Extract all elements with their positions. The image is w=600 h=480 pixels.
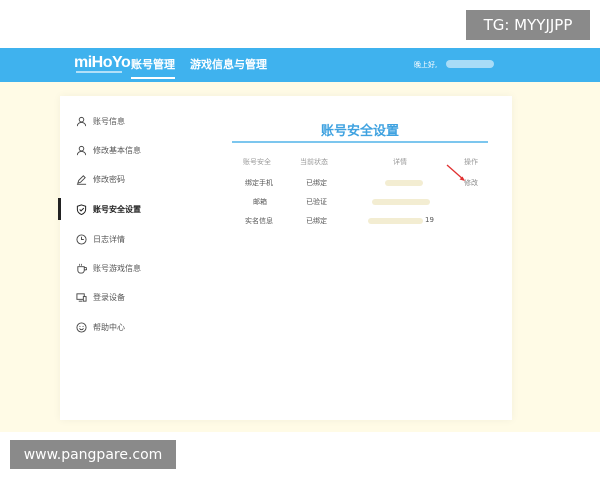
table-cell-status: 已验证 <box>306 198 327 206</box>
col-header-detail: 详情 <box>393 158 407 166</box>
sidebar-item-edit-basic-info[interactable]: 修改基本信息 <box>60 139 200 161</box>
shield-icon <box>75 203 87 215</box>
sidebar-item-game-info[interactable]: 账号游戏信息 <box>60 257 200 279</box>
blurred-id <box>368 218 423 224</box>
device-icon <box>75 291 87 303</box>
pencil-icon <box>75 173 87 185</box>
sidebar-item-label: 登录设备 <box>93 292 125 302</box>
sidebar-item-security-settings[interactable]: 账号安全设置 <box>58 198 200 220</box>
table-cell-status: 已绑定 <box>306 179 327 187</box>
table-cell-item: 邮箱 <box>253 198 267 206</box>
sidebar-item-help-center[interactable]: 帮助中心 <box>60 316 200 338</box>
clock-icon <box>75 233 87 245</box>
col-header-status: 当前状态 <box>300 158 328 166</box>
user-icon <box>75 115 87 127</box>
user-edit-icon <box>75 144 87 156</box>
sidebar-item-label: 帮助中心 <box>93 322 125 332</box>
mihoyo-logo[interactable]: miHoYo <box>74 54 131 72</box>
cup-icon <box>75 262 87 274</box>
title-underline <box>232 141 488 143</box>
table-cell-detail: 19 <box>425 216 434 224</box>
nav-game-info-management[interactable]: 游戏信息与管理 <box>190 56 267 72</box>
blurred-username <box>446 60 494 68</box>
top-header: miHoYo 账号管理 游戏信息与管理 晚上好, <box>0 48 600 82</box>
sidebar-item-login-devices[interactable]: 登录设备 <box>60 286 200 308</box>
greeting-text: 晚上好, <box>414 61 438 69</box>
watermark-bottom: www.pangpare.com <box>10 440 176 469</box>
table-cell-item: 绑定手机 <box>245 179 273 187</box>
sidebar-item-label: 修改密码 <box>93 174 125 184</box>
sidebar-item-change-password[interactable]: 修改密码 <box>60 168 200 190</box>
sidebar-item-account-info[interactable]: 账号信息 <box>60 110 200 132</box>
help-icon <box>75 321 87 333</box>
watermark-top: TG: MYYJJPP <box>466 10 590 40</box>
sidebar-item-label: 账号游戏信息 <box>93 263 141 273</box>
page-title: 账号安全设置 <box>320 124 399 139</box>
blurred-email <box>372 199 430 205</box>
sidebar-item-log-details[interactable]: 日志详情 <box>60 228 200 250</box>
sidebar-item-label: 账号安全设置 <box>93 204 141 214</box>
table-cell-item: 实名信息 <box>245 217 273 225</box>
blurred-phone <box>385 180 423 186</box>
table-cell-status: 已绑定 <box>306 217 327 225</box>
col-header-security: 账号安全 <box>243 158 271 166</box>
logo-underline <box>76 71 122 73</box>
red-arrow-icon <box>446 164 465 181</box>
sidebar-item-label: 账号信息 <box>93 116 125 126</box>
nav-account-management[interactable]: 账号管理 <box>131 56 175 79</box>
sidebar-item-label: 日志详情 <box>93 234 125 244</box>
sidebar-item-label: 修改基本信息 <box>93 145 141 155</box>
